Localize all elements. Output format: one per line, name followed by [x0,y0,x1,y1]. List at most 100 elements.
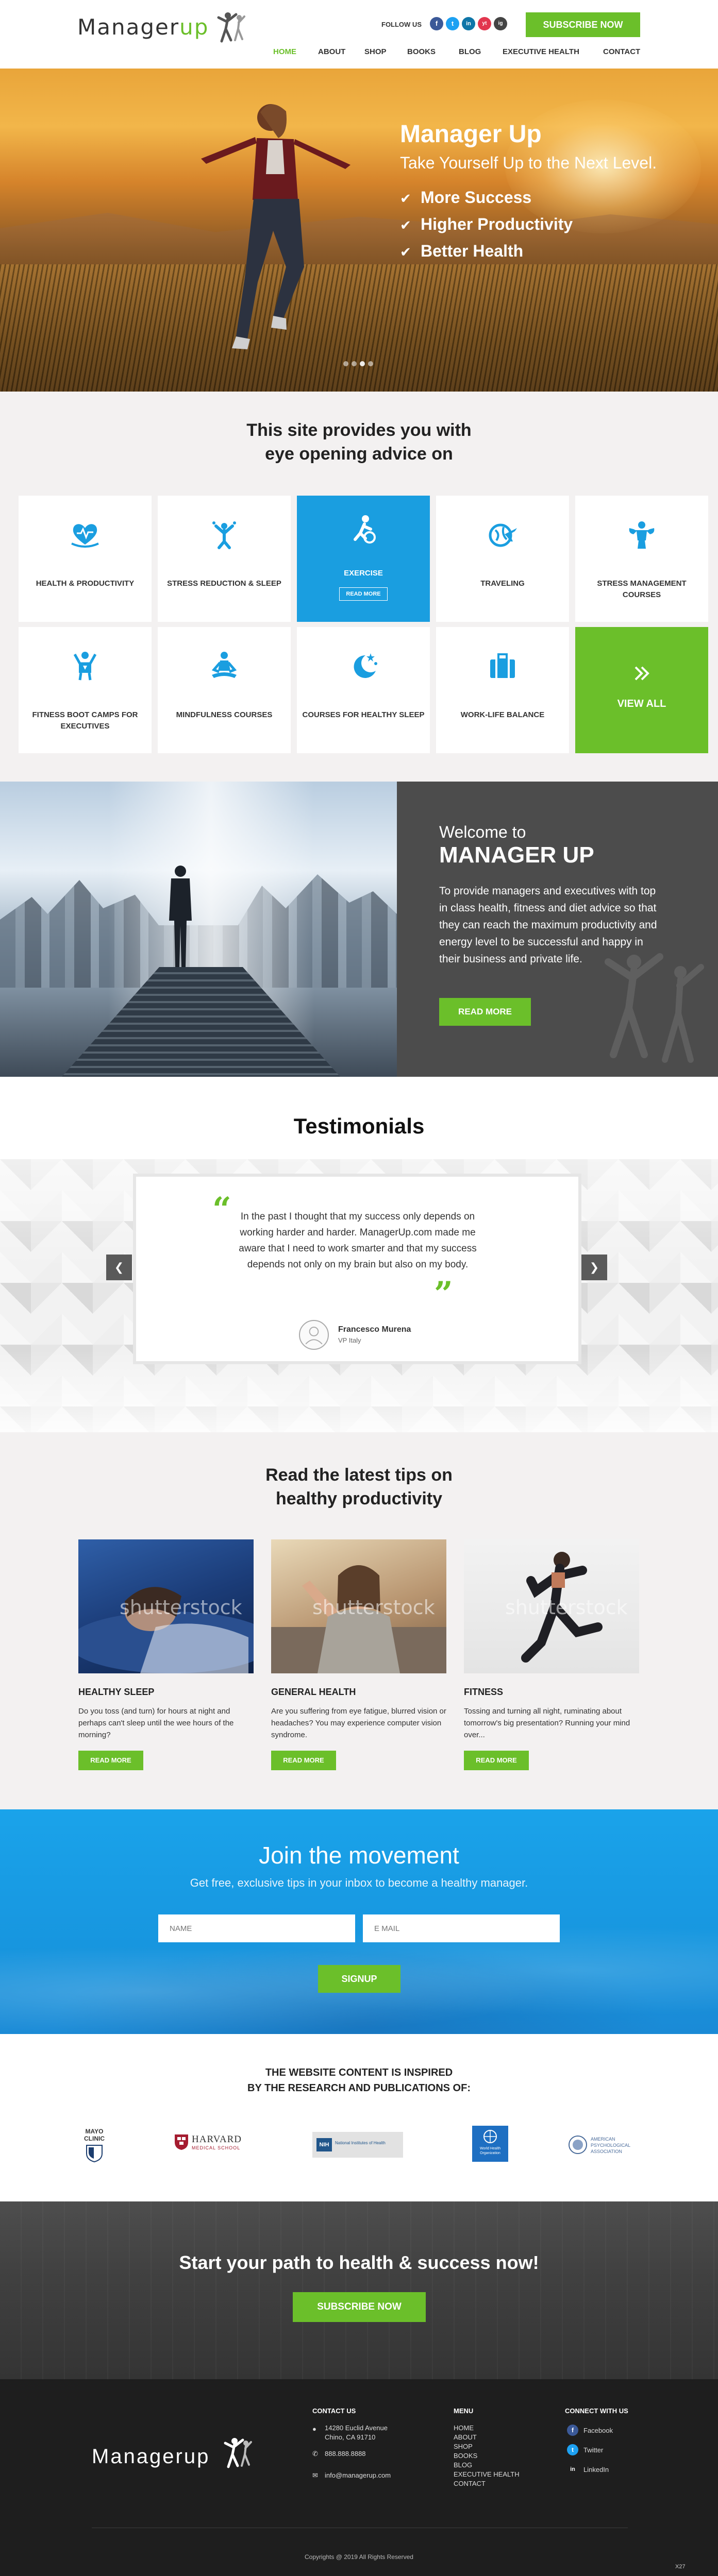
footer-menu-about[interactable]: ABOUT [454,2433,477,2442]
welcome-small-title: Welcome to [439,823,526,841]
nav-books[interactable]: BOOKS [407,47,436,60]
advice-title-line1: This site provides you with [246,420,472,440]
partner-harvard[interactable]: HARVARD MEDICAL SCHOOL [174,2126,252,2163]
muscle-man-icon [629,521,655,549]
tile-stress-reduction-sleep[interactable]: STRESS REDUCTION & SLEEP [158,496,291,622]
footer-copyright: Copyrights @ 2019 All Rights Reserved [305,2553,413,2561]
footer-linkedin-icon[interactable]: in [567,2464,578,2475]
hero-slider: Manager Up Take Yourself Up to the Next … [0,69,718,392]
testimonial-next-arrow[interactable]: ❯ [581,1255,607,1280]
tile-healthy-sleep-courses[interactable]: COURSES FOR HEALTHY SLEEP [297,627,430,753]
logo-figure-icon [217,12,245,43]
tips-title: Read the latest tips on healthy producti… [0,1463,718,1511]
tile-health-productivity[interactable]: HEALTH & PRODUCTIVITY [19,496,152,622]
globe-plane-icon [489,523,517,547]
tile-label: STRESS REDUCTION & SLEEP [167,579,281,588]
partner-name: AMERICAN PSYCHOLOGICAL ASSOCIATION [591,2137,630,2154]
tip-image-sleep[interactable]: shutterstock [78,1539,254,1673]
partner-mayo-clinic[interactable]: MAYO CLINIC [76,2126,112,2163]
phone-icon: ✆ [312,2450,318,2458]
signup-button[interactable]: SIGNUP [318,1965,400,1993]
tile-work-life-balance[interactable]: WORK-LIFE BALANCE [436,627,569,753]
footer-menu-executive-health[interactable]: EXECUTIVE HEALTH [454,2470,520,2479]
tip-title[interactable]: GENERAL HEALTH [271,1687,356,1698]
tile-read-more-button[interactable]: READ MORE [339,587,388,601]
tip-text: Do you toss (and turn) for hours at nigh… [78,1707,234,1739]
footer-contact-title: CONTACT US [312,2407,356,2415]
facebook-icon[interactable]: f [430,17,443,30]
partner-nih[interactable]: NIH National Institutes of Health [312,2132,403,2158]
tile-exercise[interactable]: EXERCISE READ MORE [297,496,430,622]
tile-label: COURSES FOR HEALTHY SLEEP [302,710,425,719]
welcome-read-more-button[interactable]: READ MORE [439,998,531,1026]
youtube-icon[interactable]: yt [478,17,491,30]
logo[interactable]: Managerup [77,14,209,40]
quote-open-icon: “ [212,1190,231,1229]
tile-stress-management-courses[interactable]: STRESS MANAGEMENT COURSES [575,496,708,622]
footer-facebook-link[interactable]: Facebook [583,2426,613,2435]
slider-dot[interactable] [343,361,348,366]
slider-dot[interactable] [352,361,357,366]
tile-label: TRAVELING [480,579,525,588]
welcome-text: To provide managers and executives with … [439,885,657,965]
nav-contact[interactable]: CONTACT [603,47,640,60]
lotus-pose-icon [211,652,237,678]
testimonial-quote: In the past I thought that my success on… [239,1211,477,1270]
slider-dot-active[interactable] [360,361,365,366]
footer-menu-books[interactable]: BOOKS [454,2451,477,2461]
tile-view-all[interactable]: VIEW ALL [575,627,708,753]
tile-fitness-boot-camps[interactable]: FITNESS BOOT CAMPS FOR EXECUTIVES [19,627,152,753]
tip-read-more-button[interactable]: READ MORE [78,1751,143,1770]
nav-about[interactable]: ABOUT [318,47,345,60]
footer-menu-home[interactable]: HOME [454,2424,474,2433]
email-icon: ✉ [312,2471,318,2479]
nav-shop[interactable]: SHOP [364,47,387,60]
tip-image-general-health[interactable]: shutterstock [271,1539,446,1673]
linkedin-icon[interactable]: in [462,17,475,30]
footer-email[interactable]: info@managerup.com [325,2471,391,2480]
footer-twitter-link[interactable]: Twitter [583,2446,603,2455]
apa-seal-icon [569,2136,587,2154]
image-watermark: shutterstock [505,1596,628,1619]
footer-menu-shop[interactable]: SHOP [454,2442,473,2451]
hero-bullet-text: Higher Productivity [421,215,573,233]
nih-logo-icon: NIH [316,2138,332,2151]
check-icon: ✔ [400,217,411,233]
page: Managerup FOLLOW US f t in yt ig SUBSCRI… [0,0,718,2576]
tile-traveling[interactable]: TRAVELING [436,496,569,622]
email-input[interactable] [363,1914,560,1942]
tip-read-more-button[interactable]: READ MORE [271,1751,336,1770]
instagram-icon[interactable]: ig [494,17,507,30]
footer-phone[interactable]: 888.888.8888 [325,2449,366,2459]
join-title: Join the movement [259,1842,459,1869]
footer-linkedin-link[interactable]: LinkedIn [583,2465,609,2475]
footer-menu-contact[interactable]: CONTACT [454,2479,486,2488]
inspired-title-line1: THE WEBSITE CONTENT IS INSPIRED [265,2067,453,2078]
tile-mindfulness-courses[interactable]: MINDFULNESS COURSES [158,627,291,753]
name-input[interactable] [158,1914,355,1942]
start-title: Start your path to health & success now! [179,2252,539,2273]
footer-facebook-icon[interactable]: f [567,2425,578,2436]
subscribe-button[interactable]: SUBSCRIBE NOW [526,12,640,37]
tile-label: WORK-LIFE BALANCE [460,710,545,719]
start-section: Start your path to health & success now!… [0,2201,718,2379]
footer-logo[interactable]: Managerup [92,2445,210,2468]
tip-image-fitness[interactable]: shutterstock [464,1539,639,1673]
start-subscribe-button[interactable]: SUBSCRIBE NOW [293,2292,426,2322]
tip-read-more-button[interactable]: READ MORE [464,1751,529,1770]
advice-title-line2: eye opening advice on [265,444,453,464]
tip-title[interactable]: HEALTHY SLEEP [78,1687,154,1698]
partner-who[interactable]: World Health Organization [472,2126,508,2162]
slider-dot[interactable] [368,361,373,366]
partner-apa[interactable]: AMERICAN PSYCHOLOGICAL ASSOCIATION [568,2126,645,2163]
tip-title[interactable]: FITNESS [464,1687,503,1698]
footer-address-line2: Chino, CA 91710 [325,2433,376,2441]
nav-executive-health[interactable]: EXECUTIVE HEALTH [503,47,579,60]
nav-home[interactable]: HOME [273,47,296,60]
testimonial-prev-arrow[interactable]: ❮ [106,1255,132,1280]
nav-blog[interactable]: BLOG [459,47,481,60]
twitter-icon[interactable]: t [446,17,459,30]
hero-bullet-text: Better Health [421,242,524,260]
footer-menu-blog[interactable]: BLOG [454,2461,472,2470]
footer-twitter-icon[interactable]: t [567,2444,578,2455]
